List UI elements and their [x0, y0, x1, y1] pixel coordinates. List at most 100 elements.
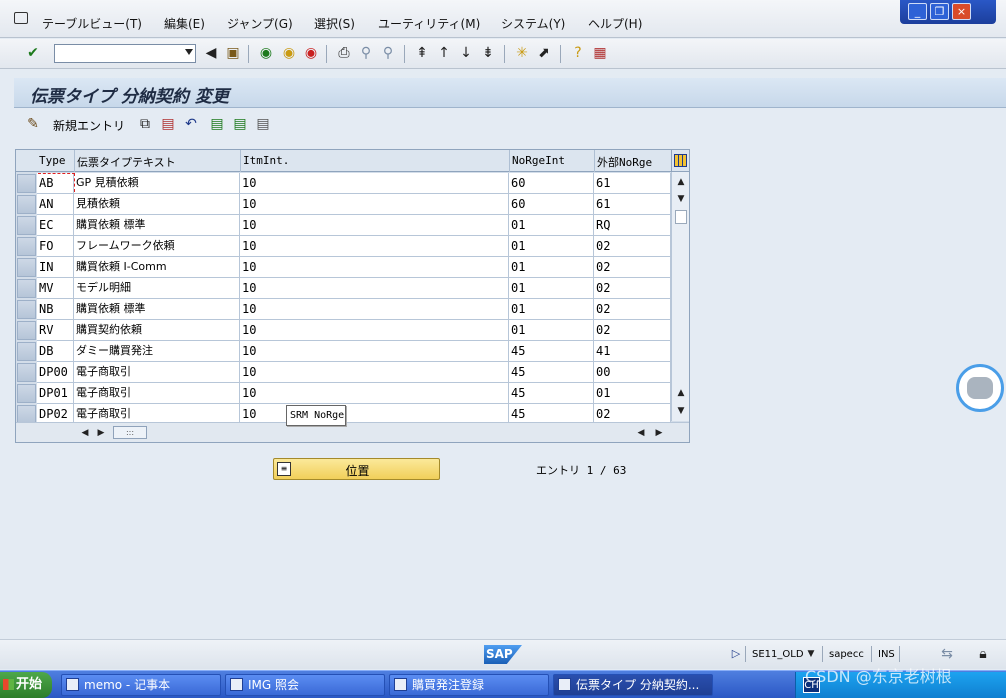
- history-back-icon[interactable]: ◀: [202, 44, 220, 62]
- row-selector[interactable]: [17, 300, 36, 319]
- first-page-icon[interactable]: ⇞: [413, 44, 431, 62]
- cell-text[interactable]: 電子商取引: [74, 362, 240, 383]
- start-button[interactable]: 开始: [0, 672, 52, 698]
- next-page-icon[interactable]: ↓: [457, 44, 475, 62]
- new-entries-button[interactable]: 新規エントリ: [53, 117, 125, 134]
- cell-text[interactable]: 見積依頼: [74, 194, 240, 215]
- row-selector[interactable]: [17, 363, 36, 382]
- shortcut-icon[interactable]: ⬈: [535, 44, 553, 62]
- position-button[interactable]: ≡ 位置: [273, 458, 440, 480]
- table-row[interactable]: NB購買依頼 標準100102: [16, 299, 671, 320]
- horizontal-scrollbar[interactable]: ◀ ▶ ::: ◀ ▶: [16, 422, 689, 442]
- copy-icon[interactable]: ⧉: [136, 115, 154, 133]
- cell-type[interactable]: AB: [37, 173, 74, 194]
- column-header-itmint[interactable]: ItmInt.: [243, 154, 289, 167]
- deselect-all-icon[interactable]: ▤: [254, 115, 272, 133]
- sap-menu-icon[interactable]: [14, 12, 28, 24]
- table-row[interactable]: DP00電子商取引104500: [16, 362, 671, 383]
- menu-edit[interactable]: 編集(E): [164, 15, 205, 32]
- cell-itmint[interactable]: 10: [240, 236, 509, 257]
- menu-system[interactable]: システム(Y): [501, 15, 565, 32]
- cell-text[interactable]: 購買契約依頼: [74, 320, 240, 341]
- cell-itmint[interactable]: 10: [240, 320, 509, 341]
- cell-itmint[interactable]: 10: [240, 173, 509, 194]
- cell-ext-norge[interactable]: 02: [594, 278, 671, 299]
- menu-table-view[interactable]: テーブルビュー(T): [42, 15, 142, 32]
- cell-type[interactable]: FO: [37, 236, 74, 257]
- select-all-icon[interactable]: ▤: [208, 115, 226, 133]
- column-divider[interactable]: [594, 150, 595, 172]
- table-row[interactable]: ABGP 見積依頼106061: [16, 173, 671, 194]
- cell-type[interactable]: MV: [37, 278, 74, 299]
- cell-itmint[interactable]: 10: [240, 341, 509, 362]
- cell-itmint[interactable]: 10: [240, 215, 509, 236]
- cell-text[interactable]: 電子商取引: [74, 383, 240, 404]
- cell-norgeint[interactable]: 45: [509, 341, 594, 362]
- maximize-button[interactable]: ❐: [930, 3, 949, 20]
- cell-text[interactable]: 購買依頼 I-Comm: [74, 257, 240, 278]
- scroll-left-end-icon[interactable]: ◀: [634, 426, 648, 440]
- status-expand-icon[interactable]: ▷: [727, 645, 745, 663]
- cell-type[interactable]: AN: [37, 194, 74, 215]
- scroll-page-down-icon[interactable]: ▼: [674, 404, 688, 418]
- menu-goto[interactable]: ジャンプ(G): [227, 15, 293, 32]
- task-img[interactable]: IMG 照会: [225, 674, 385, 696]
- cell-text[interactable]: 購買依頼 標準: [74, 299, 240, 320]
- row-selector[interactable]: [17, 258, 36, 277]
- vertical-scrollbar[interactable]: ▲ ▼ ▲ ▼: [671, 172, 689, 421]
- column-divider[interactable]: [74, 150, 75, 172]
- scroll-page-up-icon[interactable]: ▲: [674, 386, 688, 400]
- row-selector[interactable]: [17, 216, 36, 235]
- cell-norgeint[interactable]: 01: [509, 257, 594, 278]
- cell-text[interactable]: 購買依頼 標準: [74, 215, 240, 236]
- cell-norgeint[interactable]: 45: [509, 362, 594, 383]
- table-row[interactable]: EC購買依頼 標準1001RQ: [16, 215, 671, 236]
- cell-norgeint[interactable]: 60: [509, 173, 594, 194]
- cell-ext-norge[interactable]: 01: [594, 383, 671, 404]
- cell-type[interactable]: DB: [37, 341, 74, 362]
- command-field[interactable]: [54, 44, 196, 63]
- cell-ext-norge[interactable]: 61: [594, 173, 671, 194]
- cell-ext-norge[interactable]: 41: [594, 341, 671, 362]
- enter-icon[interactable]: ✔: [24, 44, 42, 62]
- menu-select[interactable]: 選択(S): [314, 15, 355, 32]
- undo-change-icon[interactable]: ↶: [182, 115, 200, 133]
- table-settings-button[interactable]: [671, 150, 689, 172]
- task-memo[interactable]: memo - 记事本: [61, 674, 221, 696]
- task-doc-type[interactable]: 伝票タイプ 分納契約...: [553, 674, 713, 696]
- print-icon[interactable]: ⎙: [335, 44, 353, 62]
- assistant-avatar[interactable]: [956, 364, 1004, 412]
- column-header-text[interactable]: 伝票タイプテキスト: [77, 154, 176, 170]
- cell-ext-norge[interactable]: 02: [594, 320, 671, 341]
- chevron-down-icon[interactable]: [185, 49, 193, 55]
- column-divider[interactable]: [240, 150, 241, 172]
- cell-ext-norge[interactable]: 02: [594, 257, 671, 278]
- status-dropdown-icon[interactable]: ▼: [802, 645, 820, 663]
- scroll-left-icon[interactable]: ◀: [78, 426, 92, 440]
- cell-ext-norge[interactable]: RQ: [594, 215, 671, 236]
- table-row[interactable]: IN購買依頼 I-Comm100102: [16, 257, 671, 278]
- cell-text[interactable]: ダミー購買発注: [74, 341, 240, 362]
- cell-itmint[interactable]: 10: [240, 278, 509, 299]
- cell-ext-norge[interactable]: 02: [594, 299, 671, 320]
- find-icon[interactable]: ⚲: [357, 44, 375, 62]
- menu-help[interactable]: ヘルプ(H): [588, 15, 642, 32]
- exit-icon[interactable]: ◉: [280, 44, 298, 62]
- scroll-right-end-icon[interactable]: ▶: [652, 426, 666, 440]
- scroll-right-icon[interactable]: ▶: [94, 426, 108, 440]
- cell-norgeint[interactable]: 01: [509, 215, 594, 236]
- cell-norgeint[interactable]: 01: [509, 320, 594, 341]
- column-header-ext-norge[interactable]: 外部NoRge: [597, 154, 652, 170]
- column-header-norgeint[interactable]: NoRgeInt: [512, 154, 565, 167]
- table-row[interactable]: DBダミー購買発注104541: [16, 341, 671, 362]
- cell-itmint[interactable]: 10: [240, 383, 509, 404]
- minimize-button[interactable]: _: [908, 3, 927, 20]
- last-page-icon[interactable]: ⇟: [479, 44, 497, 62]
- cell-text[interactable]: フレームワーク依頼: [74, 236, 240, 257]
- vertical-scroll-thumb[interactable]: [675, 210, 687, 224]
- save-icon[interactable]: ▣: [224, 44, 242, 62]
- scroll-up-icon[interactable]: ▲: [674, 175, 688, 189]
- row-selector[interactable]: [17, 174, 36, 193]
- table-row[interactable]: FOフレームワーク依頼100102: [16, 236, 671, 257]
- column-header-type[interactable]: Type: [39, 154, 66, 167]
